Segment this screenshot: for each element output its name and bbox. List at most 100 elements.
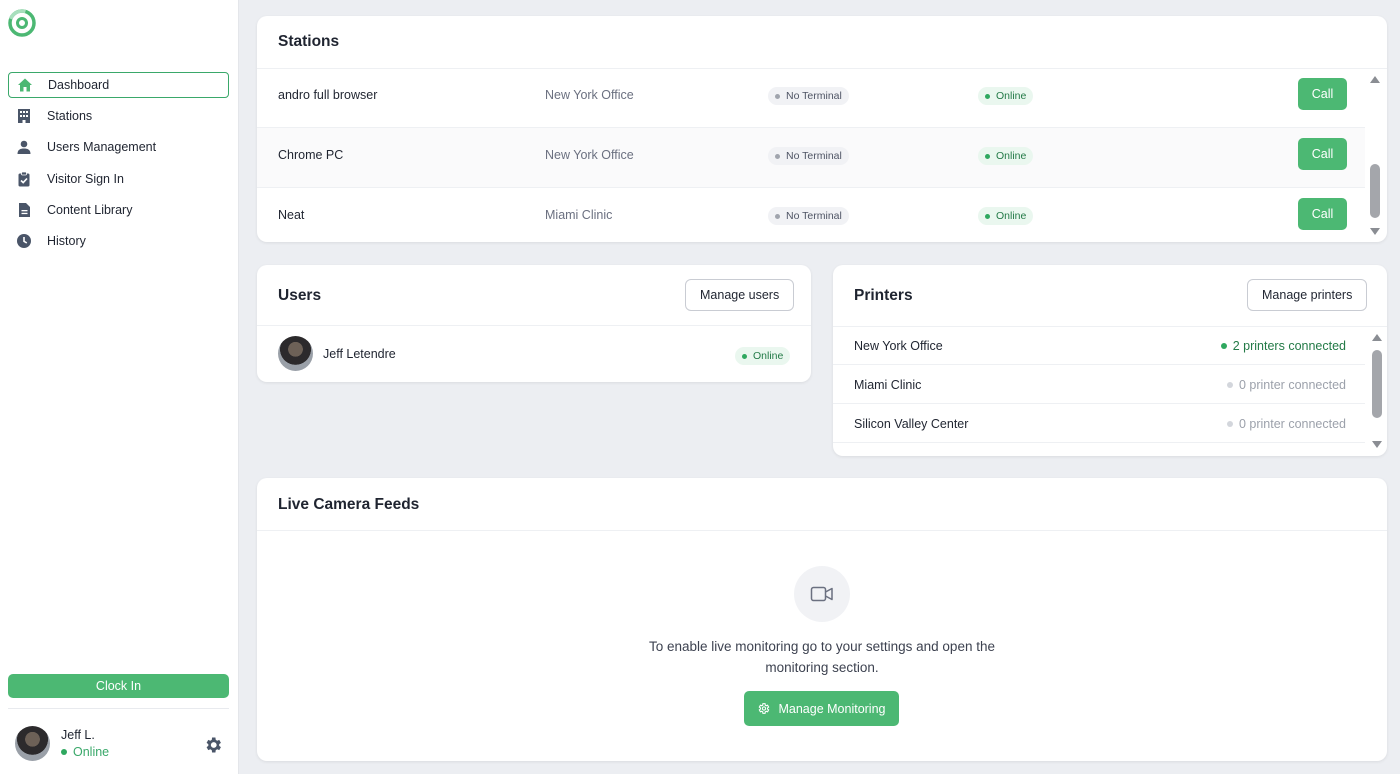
printer-status-text: 0 printer connected bbox=[1238, 417, 1346, 431]
printer-status: 0 printer connected bbox=[1226, 417, 1346, 431]
status-text: Online bbox=[753, 350, 784, 362]
terminal-badge: No Terminal bbox=[768, 87, 849, 105]
camera-title: Live Camera Feeds bbox=[278, 496, 420, 513]
sidebar-divider bbox=[8, 708, 229, 709]
call-button[interactable]: Call bbox=[1298, 78, 1347, 110]
station-location: New York Office bbox=[545, 88, 634, 102]
manage-monitoring-button[interactable]: Manage Monitoring bbox=[744, 691, 899, 726]
table-row: Neat Miami Clinic No Terminal Online Cal… bbox=[257, 188, 1365, 242]
terminal-text: No Terminal bbox=[786, 150, 842, 162]
table-row: andro full browser New York Office No Te… bbox=[257, 68, 1365, 128]
sidebar-item-label: Visitor Sign In bbox=[47, 171, 124, 186]
online-dot-icon bbox=[985, 93, 990, 99]
terminal-text: No Terminal bbox=[786, 90, 842, 102]
sidebar-item-label: Content Library bbox=[47, 202, 133, 217]
gear-icon bbox=[759, 703, 770, 714]
scrollbar-thumb[interactable] bbox=[1370, 164, 1380, 218]
scroll-down-icon[interactable] bbox=[1372, 441, 1382, 448]
building-icon bbox=[16, 108, 32, 124]
online-dot-icon bbox=[985, 213, 990, 219]
scroll-up-icon[interactable] bbox=[1372, 334, 1382, 341]
call-button[interactable]: Call bbox=[1298, 198, 1347, 230]
status-text: Online bbox=[996, 90, 1027, 102]
sidebar-item-label: History bbox=[47, 233, 86, 248]
status-badge: Online bbox=[978, 87, 1034, 105]
manage-monitoring-label: Manage Monitoring bbox=[778, 701, 886, 716]
users-title: Users bbox=[278, 287, 322, 304]
status-badge: Online bbox=[735, 347, 791, 365]
app-logo[interactable] bbox=[8, 9, 36, 37]
online-dot-icon bbox=[985, 153, 990, 159]
sidebar-nav: Dashboard Stations Users Management Visi… bbox=[8, 72, 229, 259]
person-icon bbox=[16, 139, 32, 155]
list-item: New York Office 2 printers connected bbox=[833, 326, 1365, 365]
stations-card: Stations andro full browser New York Off… bbox=[257, 16, 1387, 242]
station-name: Chrome PC bbox=[278, 148, 344, 162]
online-dot-icon bbox=[1220, 343, 1227, 349]
sidebar-item-users-management[interactable]: Users Management bbox=[8, 134, 229, 160]
sidebar-item-label: Dashboard bbox=[48, 78, 110, 92]
scroll-up-icon[interactable] bbox=[1370, 76, 1380, 83]
avatar[interactable] bbox=[15, 726, 50, 761]
printer-location: Silicon Valley Center bbox=[854, 417, 969, 431]
status-text: Online bbox=[73, 745, 110, 759]
home-icon bbox=[17, 77, 33, 93]
stations-title: Stations bbox=[278, 33, 340, 50]
table-row: Chrome PC New York Office No Terminal On… bbox=[257, 128, 1365, 188]
station-location: Miami Clinic bbox=[545, 208, 613, 222]
online-dot-icon bbox=[61, 749, 67, 755]
call-button[interactable]: Call bbox=[1298, 138, 1347, 170]
printer-location: Miami Clinic bbox=[854, 378, 922, 392]
sidebar-item-history[interactable]: History bbox=[8, 228, 229, 254]
status-dot-icon bbox=[775, 153, 780, 159]
camera-message: To enable live monitoring go to your set… bbox=[649, 639, 995, 675]
user-name[interactable]: Jeff Letendre bbox=[323, 347, 396, 361]
scrollbar-thumb[interactable] bbox=[1372, 350, 1382, 418]
scroll-down-icon[interactable] bbox=[1370, 228, 1380, 235]
status-dot-icon bbox=[775, 93, 780, 99]
printers-scrollbar[interactable] bbox=[1370, 331, 1384, 451]
station-name: andro full browser bbox=[278, 88, 378, 102]
live-camera-card: Live Camera Feeds To enable live monitor… bbox=[257, 478, 1387, 761]
sidebar-item-label: Stations bbox=[47, 109, 93, 124]
sidebar-item-stations[interactable]: Stations bbox=[8, 103, 229, 129]
online-dot-icon bbox=[742, 353, 747, 359]
clipboard-check-icon bbox=[16, 171, 32, 187]
users-card: Users Manage users Jeff Letendre Online bbox=[257, 265, 811, 382]
printers-title: Printers bbox=[854, 287, 913, 304]
terminal-badge: No Terminal bbox=[768, 207, 849, 225]
stations-scrollbar[interactable] bbox=[1368, 72, 1382, 238]
status-text: Online bbox=[996, 210, 1027, 222]
offline-dot-icon bbox=[1226, 421, 1233, 427]
video-camera-icon bbox=[794, 566, 850, 622]
current-user-status: Online bbox=[61, 745, 109, 759]
clock-icon bbox=[16, 233, 32, 249]
current-user-name: Jeff L. bbox=[61, 728, 95, 742]
avatar bbox=[278, 336, 313, 371]
printers-card: Printers Manage printers New York Office… bbox=[833, 265, 1387, 456]
manage-users-button[interactable]: Manage users bbox=[685, 279, 795, 311]
sidebar-item-content-library[interactable]: Content Library bbox=[8, 197, 229, 223]
printer-status: 0 printer connected bbox=[1226, 378, 1346, 392]
offline-dot-icon bbox=[1226, 382, 1233, 388]
gear-icon[interactable] bbox=[203, 735, 223, 755]
list-item: Silicon Valley Center 0 printer connecte… bbox=[833, 404, 1365, 443]
status-badge: Online bbox=[978, 147, 1034, 165]
sidebar: Dashboard Stations Users Management Visi… bbox=[0, 0, 239, 774]
status-badge: Online bbox=[978, 207, 1034, 225]
list-item: Miami Clinic 0 printer connected bbox=[833, 365, 1365, 404]
station-name: Neat bbox=[278, 208, 305, 222]
terminal-text: No Terminal bbox=[786, 210, 842, 222]
document-icon bbox=[16, 202, 32, 218]
station-location: New York Office bbox=[545, 148, 634, 162]
sidebar-item-dashboard[interactable]: Dashboard bbox=[8, 72, 229, 98]
sidebar-item-visitor-sign-in[interactable]: Visitor Sign In bbox=[8, 166, 229, 192]
sidebar-item-label: Users Management bbox=[47, 140, 157, 155]
clock-in-button[interactable]: Clock In bbox=[8, 674, 229, 698]
terminal-badge: No Terminal bbox=[768, 147, 849, 165]
printer-status: 2 printers connected bbox=[1220, 339, 1346, 353]
printer-location: New York Office bbox=[854, 339, 943, 353]
status-dot-icon bbox=[775, 213, 780, 219]
printer-status-text: 0 printer connected bbox=[1238, 378, 1346, 392]
manage-printers-button[interactable]: Manage printers bbox=[1247, 279, 1368, 311]
